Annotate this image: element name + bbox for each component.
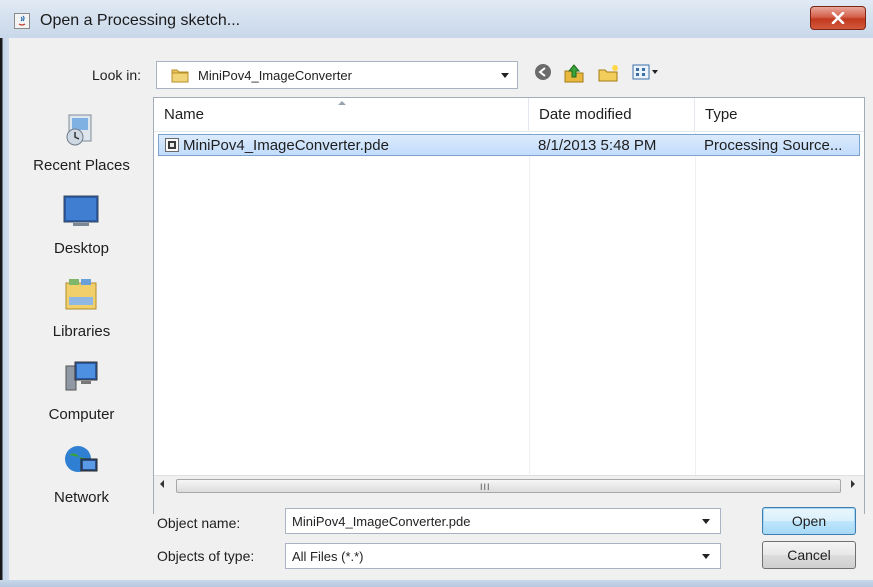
objects-of-type-label: Objects of type:: [157, 548, 255, 564]
folder-icon: [171, 69, 189, 83]
column-header-date-modified[interactable]: Date modified: [529, 98, 695, 131]
dialog-body: Look in: MiniPov4_ImageConverter Recent …: [9, 38, 873, 587]
java-app-icon: [14, 13, 30, 29]
file-date-modified: 8/1/2013 5:48 PM: [538, 137, 657, 154]
network-icon: [65, 446, 98, 472]
place-label: Desktop: [53, 240, 110, 257]
window-frame-bottom: [0, 580, 873, 587]
open-sketch-dialog: Open a Processing sketch... Look in: Min…: [0, 0, 873, 587]
scrollbar-thumb[interactable]: III: [176, 479, 841, 493]
view-menu-icon[interactable]: [632, 63, 660, 81]
column-header-type[interactable]: Type: [695, 98, 864, 131]
dialog-title: Open a Processing sketch...: [40, 12, 241, 29]
place-computer[interactable]: Computer: [9, 358, 154, 430]
close-icon: [831, 12, 845, 24]
title-bar[interactable]: Open a Processing sketch...: [0, 0, 873, 38]
place-network[interactable]: Network: [9, 441, 154, 513]
place-label: Network: [53, 489, 109, 506]
close-button[interactable]: [810, 6, 866, 30]
look-in-combobox[interactable]: MiniPov4_ImageConverter: [156, 61, 518, 89]
place-label: Recent Places: [33, 157, 130, 174]
open-button[interactable]: Open: [762, 507, 856, 535]
chevron-down-icon[interactable]: [702, 554, 710, 559]
column-divider: [529, 131, 530, 475]
look-in-label: Look in:: [92, 67, 142, 83]
look-in-value: MiniPov4_ImageConverter: [198, 68, 352, 83]
computer-icon: [65, 361, 98, 391]
back-icon[interactable]: [534, 63, 552, 81]
object-name-label: Object name:: [157, 515, 241, 531]
column-divider: [695, 131, 696, 475]
object-name-input[interactable]: MiniPov4_ImageConverter.pde: [285, 508, 721, 534]
places-bar: Recent Places Desktop Libraries Computer…: [9, 101, 154, 511]
file-list[interactable]: Name Date modified Type MiniPov4_ImageCo…: [153, 97, 865, 514]
place-desktop[interactable]: Desktop: [9, 192, 154, 264]
chevron-down-icon[interactable]: [501, 73, 509, 78]
file-name: MiniPov4_ImageConverter.pde: [183, 137, 389, 154]
place-libraries[interactable]: Libraries: [9, 275, 154, 347]
place-recent-places[interactable]: Recent Places: [9, 109, 154, 181]
chevron-down-icon[interactable]: [702, 519, 710, 524]
objects-of-type-value: All Files (*.*): [292, 549, 364, 564]
object-name-value: MiniPov4_ImageConverter.pde: [292, 514, 471, 529]
pde-file-icon: [165, 138, 179, 152]
scroll-right-arrow-icon[interactable]: [851, 480, 855, 488]
file-row[interactable]: MiniPov4_ImageConverter.pde 8/1/2013 5:4…: [158, 134, 860, 156]
objects-of-type-select[interactable]: All Files (*.*): [285, 543, 721, 569]
file-list-header: Name Date modified Type: [154, 98, 864, 132]
place-label: Computer: [48, 406, 115, 423]
up-folder-icon[interactable]: [563, 63, 585, 83]
recent-places-icon: [66, 114, 92, 146]
sort-ascending-icon: [338, 101, 346, 105]
desktop-icon: [63, 195, 99, 226]
window-frame-left: [0, 38, 9, 587]
cancel-button[interactable]: Cancel: [762, 541, 856, 569]
libraries-icon: [65, 279, 97, 310]
scroll-left-arrow-icon[interactable]: [160, 480, 164, 488]
new-folder-icon[interactable]: [597, 63, 621, 83]
file-type: Processing Source...: [704, 137, 843, 154]
scrollbar-grip: III: [480, 482, 491, 492]
place-label: Libraries: [52, 323, 111, 340]
